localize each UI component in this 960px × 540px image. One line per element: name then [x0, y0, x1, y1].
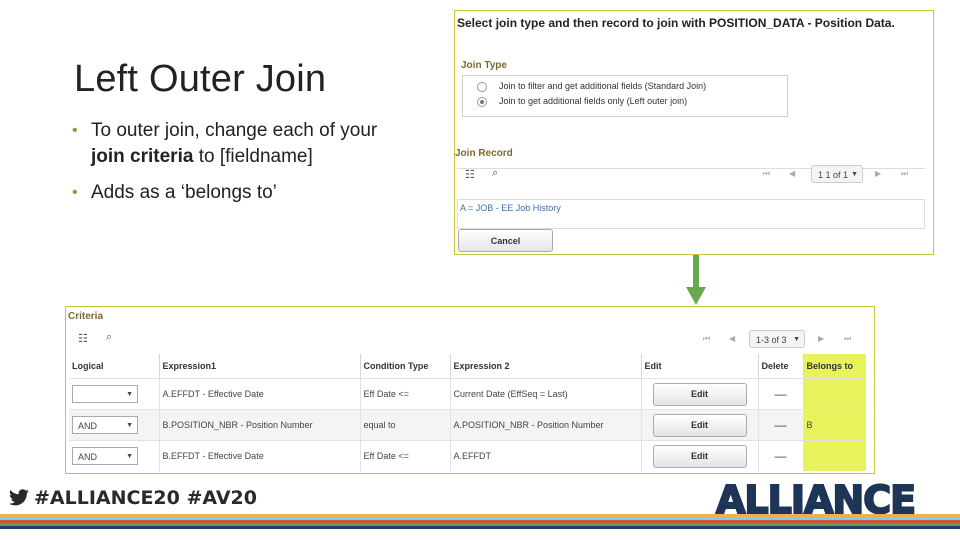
last-page-icon[interactable]: ⏭ [844, 334, 851, 344]
page-select[interactable]: 1-3 of 3 ▼ [749, 330, 805, 348]
join-record-label: Join Record [455, 148, 513, 159]
next-page-icon[interactable]: ▶ [875, 169, 881, 178]
join-type-label: Join Type [461, 60, 507, 71]
logical-value: AND [78, 452, 98, 462]
criteria-label: Criteria [68, 311, 104, 322]
criteria-panel: Criteria ☷ ⌕ ⏮ ◀ 1-3 of 3 ▼ ▶ ⏭ Logical … [65, 306, 875, 474]
chevron-down-icon: ▼ [126, 453, 133, 460]
criteria-table: Logical Expression1 Condition Type Expre… [69, 354, 866, 471]
expression2-cell: A.POSITION_NBR - Position Number [450, 409, 642, 441]
stripe [0, 526, 960, 529]
join-dialog: Select join type and then record to join… [454, 10, 934, 255]
personalize-icon[interactable]: ☷ [78, 332, 88, 345]
twitter-bird-icon [9, 489, 29, 506]
expression2-cell: A.EFFDT [450, 440, 642, 471]
hashtag-text: #ALLIANCE20 #AV20 [34, 487, 257, 509]
page-select[interactable]: 1 1 of 1 ▼ [811, 165, 863, 183]
column-header: Edit [641, 354, 759, 379]
logical-select[interactable]: ▼ [72, 385, 138, 403]
prev-page-icon[interactable]: ◀ [789, 169, 795, 178]
last-page-icon[interactable]: ⏭ [901, 169, 908, 179]
join-record-link[interactable]: A = JOB - EE Job History [460, 203, 561, 213]
bullet-dot: • [72, 122, 78, 139]
delete-row-button[interactable]: — [758, 440, 804, 471]
column-header: Condition Type [360, 354, 451, 379]
bullet-dot: • [72, 184, 78, 201]
delete-row-button[interactable]: — [758, 378, 804, 410]
next-page-icon[interactable]: ▶ [818, 334, 824, 343]
footer-hashtags: #ALLIANCE20 #AV20 [8, 487, 257, 509]
page-select-value: 1-3 of 3 [756, 335, 787, 345]
bullet-item: • To outer join, change each of your joi… [72, 118, 402, 170]
column-header: Expression 2 [450, 354, 642, 379]
edit-button[interactable]: Edit [652, 444, 747, 468]
expression2-cell: Current Date (EffSeq = Last) [450, 378, 642, 410]
table-header-row: Logical Expression1 Condition Type Expre… [69, 354, 866, 379]
belongs-to-cell: B [803, 409, 866, 441]
chevron-down-icon: ▼ [851, 171, 858, 178]
edit-button[interactable]: Edit [652, 382, 747, 406]
column-header-belongs-to: Belongs to [803, 354, 866, 379]
cancel-button[interactable]: Cancel [458, 229, 553, 252]
belongs-to-cell [803, 378, 866, 410]
prev-page-icon[interactable]: ◀ [729, 334, 735, 343]
condition-cell: Eff Date <= [360, 440, 451, 471]
edit-button[interactable]: Edit [652, 413, 747, 437]
chevron-down-icon: ▼ [126, 422, 133, 429]
bullet-text-end: to [fieldname] [193, 146, 313, 167]
radio-button-selected[interactable] [477, 97, 487, 107]
first-page-icon[interactable]: ⏮ [703, 334, 710, 344]
logical-select[interactable]: AND ▼ [72, 416, 138, 434]
bullet-text: Adds as a ‘belongs to’ [91, 182, 277, 203]
page-select-value: 1 1 of 1 [818, 170, 849, 180]
belongs-to-cell [803, 440, 866, 471]
personalize-icon[interactable]: ☷ [465, 168, 475, 181]
column-header: Logical [69, 354, 160, 379]
column-header: Expression1 [159, 354, 361, 379]
table-row: ▼ A.EFFDT - Effective Date Eff Date <= C… [69, 378, 866, 410]
delete-row-button[interactable]: — [758, 409, 804, 441]
chevron-down-icon: ▼ [793, 336, 800, 343]
radio-label: Join to filter and get additional fields… [499, 81, 707, 91]
radio-label: Join to get additional fields only (Left… [499, 96, 688, 106]
radio-button[interactable] [477, 82, 487, 92]
search-icon[interactable]: ⌕ [492, 167, 498, 180]
join-dialog-heading: Select join type and then record to join… [457, 16, 895, 30]
expression1-cell: A.EFFDT - Effective Date [159, 378, 361, 410]
table-row: AND ▼ B.EFFDT - Effective Date Eff Date <… [69, 440, 866, 471]
slide-title: Left Outer Join [74, 58, 327, 100]
condition-cell: equal to [360, 409, 451, 441]
logical-value: AND [78, 421, 98, 431]
expression1-cell: B.POSITION_NBR - Position Number [159, 409, 361, 441]
first-page-icon[interactable]: ⏮ [763, 169, 770, 179]
search-icon[interactable]: ⌕ [106, 331, 112, 344]
bullet-list: • To outer join, change each of your joi… [72, 118, 402, 216]
down-arrow-icon [686, 255, 706, 305]
table-row: AND ▼ B.POSITION_NBR - Position Number eq… [69, 409, 866, 441]
bullet-text: To outer join, change each of your [91, 120, 378, 141]
bullet-item: • Adds as a ‘belongs to’ [72, 180, 402, 206]
chevron-down-icon: ▼ [126, 391, 133, 398]
condition-cell: Eff Date <= [360, 378, 451, 410]
column-header: Delete [758, 354, 804, 379]
logical-select[interactable]: AND ▼ [72, 447, 138, 465]
footer-stripes [0, 514, 960, 540]
expression1-cell: B.EFFDT - Effective Date [159, 440, 361, 471]
bullet-emphasis: join criteria [91, 146, 194, 167]
